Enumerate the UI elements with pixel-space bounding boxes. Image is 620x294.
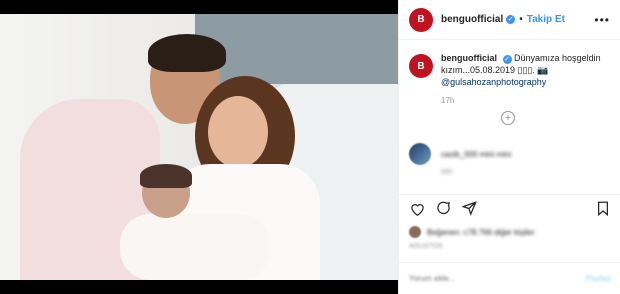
caption: B benguofficial ✓ Dünyamıza hoşgeldin kı… — [399, 40, 620, 88]
post-sidebar: B benguofficial ✓ • Takip Et ••• B bengu… — [398, 0, 620, 294]
caption-mention[interactable]: @gulsahozanphotography — [441, 77, 546, 87]
comment-text: cazib_000 mini mini — [441, 149, 512, 159]
verified-icon: ✓ — [506, 15, 516, 24]
commenter-avatar[interactable] — [409, 143, 431, 165]
comment-box: Paylaş — [399, 262, 620, 294]
post-photo-pane — [0, 0, 398, 294]
more-icon[interactable]: ••• — [594, 13, 610, 27]
comment-meta: 88h — [441, 169, 453, 176]
post-photo[interactable] — [0, 14, 398, 280]
action-bar — [399, 194, 620, 222]
post-time: 17h — [441, 96, 455, 105]
comment-row: cazib_000 mini mini — [399, 125, 620, 165]
liker-avatar[interactable] — [409, 226, 421, 238]
caption-body: benguofficial ✓ Dünyamıza hoşgeldin kızı… — [441, 52, 610, 88]
likes-row: Beğenen: c78.766 diğer kişiler — [409, 226, 535, 238]
add-comment-icon[interactable]: + — [501, 111, 515, 125]
heart-icon[interactable] — [409, 201, 425, 217]
share-icon[interactable] — [461, 201, 477, 217]
comment-icon[interactable] — [435, 201, 451, 217]
likes-text[interactable]: Beğenen: c78.766 diğer kişiler — [427, 228, 535, 237]
verified-icon: ✓ — [502, 55, 512, 64]
caption-username[interactable]: benguofficial — [441, 53, 497, 63]
separator-dot: • — [519, 14, 523, 25]
header-username[interactable]: benguofficial — [441, 14, 503, 25]
caption-avatar[interactable]: B — [409, 54, 433, 78]
bookmark-icon[interactable] — [595, 201, 611, 217]
comment-input[interactable] — [409, 274, 586, 283]
profile-avatar[interactable]: B — [409, 7, 433, 32]
post-header: B benguofficial ✓ • Takip Et ••• — [399, 0, 620, 40]
post-date: AGUSTOS — [409, 243, 444, 250]
post-button[interactable]: Paylaş — [586, 274, 611, 283]
follow-button[interactable]: Takip Et — [527, 14, 565, 25]
